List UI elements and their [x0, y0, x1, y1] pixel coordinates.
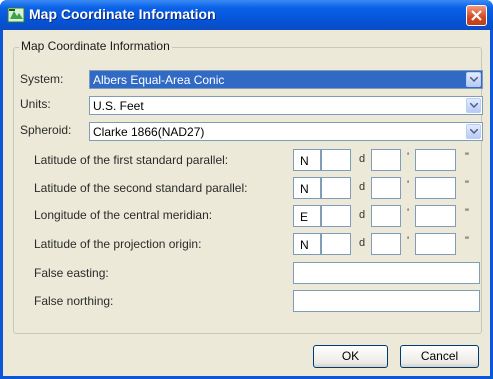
- seconds-symbol: ": [465, 151, 469, 163]
- close-button[interactable]: [466, 5, 487, 26]
- degrees-symbol: d: [359, 181, 366, 193]
- direction-field-2[interactable]: N: [293, 177, 321, 199]
- dialog-window: Map Coordinate Information Map Coordinat…: [0, 0, 493, 379]
- chevron-down-icon[interactable]: [466, 124, 481, 139]
- seconds-field-4[interactable]: [415, 233, 456, 255]
- parallel-label-2: Latitude of the second standard parallel…: [34, 181, 248, 195]
- ok-button[interactable]: OK: [313, 345, 388, 368]
- map-app-icon: [7, 7, 25, 23]
- direction-field-1[interactable]: N: [293, 149, 321, 171]
- degrees-symbol: d: [359, 153, 366, 165]
- spheroid-dropdown[interactable]: Clarke 1866(NAD27): [89, 122, 483, 141]
- minutes-symbol: ': [407, 151, 410, 163]
- dialog-client: Map Coordinate Information System: Alber…: [3, 30, 490, 376]
- seconds-symbol: ": [465, 207, 469, 219]
- units-label: Units:: [20, 97, 51, 111]
- minutes-symbol: ': [407, 179, 410, 191]
- parallel-label-3: Longitude of the central meridian:: [34, 208, 213, 222]
- close-icon: [471, 10, 482, 21]
- degrees-field-1[interactable]: [321, 149, 351, 171]
- seconds-symbol: ": [465, 179, 469, 191]
- units-dropdown[interactable]: U.S. Feet: [89, 96, 483, 115]
- degrees-symbol: d: [359, 237, 366, 249]
- seconds-field-1[interactable]: [415, 149, 456, 171]
- seconds-field-2[interactable]: [415, 177, 456, 199]
- false-easting-label: False easting:: [34, 266, 109, 280]
- cancel-button[interactable]: Cancel: [400, 345, 479, 368]
- false-northing-field[interactable]: [293, 290, 480, 312]
- minutes-symbol: ': [407, 207, 410, 219]
- system-value: Albers Equal-Area Conic: [93, 73, 225, 87]
- group-label: Map Coordinate Information: [19, 39, 172, 53]
- degrees-symbol: d: [359, 209, 366, 221]
- minutes-field-4[interactable]: [371, 233, 401, 255]
- minutes-field-2[interactable]: [371, 177, 401, 199]
- parallel-label-1: Latitude of the first standard parallel:: [34, 153, 229, 167]
- spheroid-value: Clarke 1866(NAD27): [93, 125, 205, 139]
- degrees-field-2[interactable]: [321, 177, 351, 199]
- minutes-symbol: ': [407, 235, 410, 247]
- parallel-label-4: Latitude of the projection origin:: [34, 237, 202, 251]
- degrees-field-4[interactable]: [321, 233, 351, 255]
- minutes-field-3[interactable]: [371, 205, 401, 227]
- seconds-symbol: ": [465, 235, 469, 247]
- seconds-field-3[interactable]: [415, 205, 456, 227]
- degrees-field-3[interactable]: [321, 205, 351, 227]
- chevron-down-icon[interactable]: [466, 72, 481, 87]
- direction-field-3[interactable]: E: [293, 205, 321, 227]
- direction-field-4[interactable]: N: [293, 233, 321, 255]
- units-value: U.S. Feet: [93, 99, 144, 113]
- title-bar[interactable]: Map Coordinate Information: [0, 0, 493, 30]
- false-easting-field[interactable]: [293, 262, 480, 284]
- minutes-field-1[interactable]: [371, 149, 401, 171]
- spheroid-label: Spheroid:: [20, 123, 72, 137]
- system-label: System:: [20, 72, 64, 86]
- system-dropdown[interactable]: Albers Equal-Area Conic: [89, 70, 483, 89]
- chevron-down-icon[interactable]: [466, 98, 481, 113]
- false-northing-label: False northing:: [34, 294, 114, 308]
- window-title: Map Coordinate Information: [29, 6, 216, 22]
